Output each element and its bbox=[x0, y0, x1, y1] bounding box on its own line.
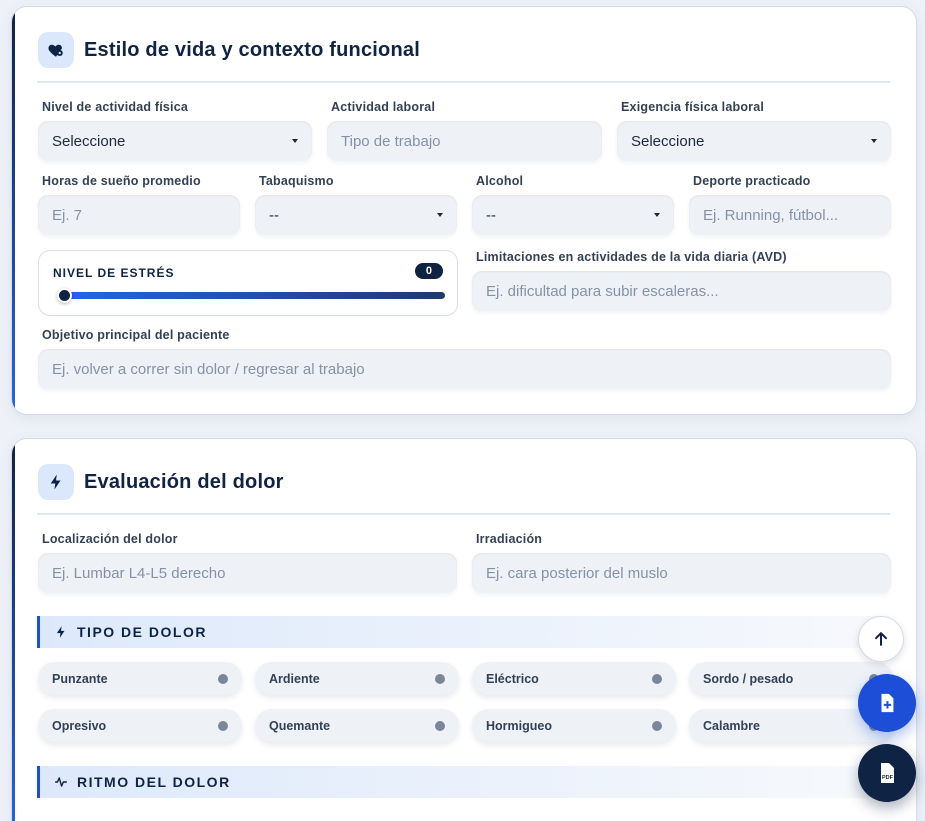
irradiation-label: Irradiación bbox=[476, 532, 543, 546]
work-activity-label: Actividad laboral bbox=[331, 100, 436, 114]
radio-dot-icon bbox=[435, 720, 445, 731]
pain-location-label: Localización del dolor bbox=[42, 532, 178, 546]
pain-type-label: Hormigueo bbox=[486, 718, 552, 733]
export-pdf-button[interactable]: PDF bbox=[858, 744, 916, 802]
pain-location-input[interactable]: Ej. Lumbar L4-L5 derecho bbox=[38, 553, 457, 593]
work-activity-field: Actividad laboral Tipo de trabajo bbox=[327, 100, 602, 161]
radio-dot-icon bbox=[218, 720, 228, 731]
lifestyle-card: Estilo de vida y contexto funcional Nive… bbox=[11, 6, 917, 415]
work-activity-input[interactable]: Tipo de trabajo bbox=[327, 121, 602, 161]
work-demand-field: Exigencia física laboral Seleccione bbox=[617, 100, 891, 161]
chevron-down-icon bbox=[292, 139, 298, 143]
pain-type-chip[interactable]: Eléctrico bbox=[472, 662, 676, 695]
irradiation-field: Irradiación Ej. cara posterior del muslo bbox=[472, 532, 891, 593]
pulse-icon bbox=[55, 777, 67, 787]
alcohol-label: Alcohol bbox=[476, 174, 524, 188]
smoking-field: Tabaquismo -- bbox=[255, 174, 457, 235]
pain-divider bbox=[37, 513, 890, 515]
pain-type-label: Ardiente bbox=[269, 671, 320, 686]
pain-type-chip[interactable]: Ardiente bbox=[255, 662, 459, 695]
work-demand-label: Exigencia física laboral bbox=[621, 100, 765, 114]
heart-gear-icon bbox=[38, 32, 74, 68]
avd-limitations-input[interactable]: Ej. dificultad para subir escaleras... bbox=[472, 271, 891, 311]
work-demand-select[interactable]: Seleccione bbox=[617, 121, 891, 161]
radio-dot-icon bbox=[435, 673, 445, 684]
pain-type-label: Sordo / pesado bbox=[703, 671, 794, 686]
bolt-icon bbox=[38, 464, 74, 500]
pain-rhythm-section: RITMO DEL DOLOR bbox=[37, 766, 890, 798]
pdf-file-icon: PDF bbox=[881, 763, 894, 783]
sleep-hours-field: Horas de sueño promedio Ej. 7 bbox=[38, 174, 240, 235]
pain-type-section: TIPO DE DOLOR bbox=[37, 616, 890, 648]
pain-type-chip[interactable]: Quemante bbox=[255, 709, 459, 742]
stress-slider-track[interactable] bbox=[65, 292, 445, 299]
alcohol-select[interactable]: -- bbox=[472, 195, 674, 235]
chevron-down-icon bbox=[437, 213, 443, 217]
work-demand-value: Seleccione bbox=[631, 132, 705, 150]
chevron-down-icon bbox=[654, 213, 660, 217]
avd-limitations-field: Limitaciones en actividades de la vida d… bbox=[472, 250, 891, 311]
irradiation-input[interactable]: Ej. cara posterior del muslo bbox=[472, 553, 891, 593]
pain-title: Evaluación del dolor bbox=[84, 470, 284, 493]
pain-location-field: Localización del dolor Ej. Lumbar L4-L5 … bbox=[38, 532, 457, 593]
alcohol-field: Alcohol -- bbox=[472, 174, 674, 235]
pain-rhythm-section-title: RITMO DEL DOLOR bbox=[77, 774, 231, 790]
radio-dot-icon bbox=[652, 673, 662, 684]
pain-card: Evaluación del dolor Localización del do… bbox=[11, 438, 917, 821]
smoking-label: Tabaquismo bbox=[259, 174, 334, 188]
stress-level-label: NIVEL DE ESTRÉS bbox=[53, 266, 175, 280]
main-goal-field: Objetivo principal del paciente Ej. volv… bbox=[38, 328, 891, 389]
scroll-top-button[interactable] bbox=[858, 616, 904, 662]
smoking-value: -- bbox=[269, 206, 279, 224]
sleep-hours-label: Horas de sueño promedio bbox=[42, 174, 201, 188]
lifestyle-divider bbox=[37, 81, 890, 83]
pain-type-chip[interactable]: Punzante bbox=[38, 662, 242, 695]
stress-slider-thumb[interactable] bbox=[57, 288, 72, 303]
add-document-button[interactable] bbox=[858, 674, 916, 732]
pain-type-label: Punzante bbox=[52, 671, 108, 686]
main-goal-input[interactable]: Ej. volver a correr sin dolor / regresar… bbox=[38, 349, 891, 389]
pain-type-section-title: TIPO DE DOLOR bbox=[77, 624, 207, 640]
pain-type-label: Opresivo bbox=[52, 718, 107, 733]
lifestyle-title: Estilo de vida y contexto funcional bbox=[84, 38, 420, 61]
radio-dot-icon bbox=[652, 720, 662, 731]
main-goal-label: Objetivo principal del paciente bbox=[42, 328, 230, 342]
sport-field: Deporte practicado Ej. Running, fútbol..… bbox=[689, 174, 891, 235]
stress-level-box: NIVEL DE ESTRÉS 0 bbox=[38, 250, 458, 316]
radio-dot-icon bbox=[218, 673, 228, 684]
bolt-icon bbox=[56, 626, 65, 638]
alcohol-value: -- bbox=[486, 206, 496, 224]
pdf-text: PDF bbox=[882, 775, 894, 781]
pain-type-chip[interactable]: Opresivo bbox=[38, 709, 242, 742]
lifestyle-header: Estilo de vida y contexto funcional bbox=[38, 32, 420, 68]
smoking-select[interactable]: -- bbox=[255, 195, 457, 235]
pain-type-label: Eléctrico bbox=[486, 671, 539, 686]
pain-type-chip[interactable]: Hormigueo bbox=[472, 709, 676, 742]
avd-limitations-label: Limitaciones en actividades de la vida d… bbox=[476, 250, 787, 264]
activity-level-value: Seleccione bbox=[52, 132, 126, 150]
activity-level-select[interactable]: Seleccione bbox=[38, 121, 312, 161]
sport-input[interactable]: Ej. Running, fútbol... bbox=[689, 195, 891, 235]
pain-type-label: Quemante bbox=[269, 718, 331, 733]
pain-type-label: Calambre bbox=[703, 718, 760, 733]
file-plus-icon bbox=[881, 693, 894, 713]
activity-level-label: Nivel de actividad física bbox=[42, 100, 189, 114]
activity-level-field: Nivel de actividad física Seleccione bbox=[38, 100, 312, 161]
pain-header: Evaluación del dolor bbox=[38, 464, 284, 500]
sleep-hours-input[interactable]: Ej. 7 bbox=[38, 195, 240, 235]
chevron-down-icon bbox=[871, 139, 877, 143]
arrow-up-icon bbox=[875, 632, 887, 646]
stress-level-badge: 0 bbox=[414, 263, 443, 279]
sport-label: Deporte practicado bbox=[693, 174, 811, 188]
